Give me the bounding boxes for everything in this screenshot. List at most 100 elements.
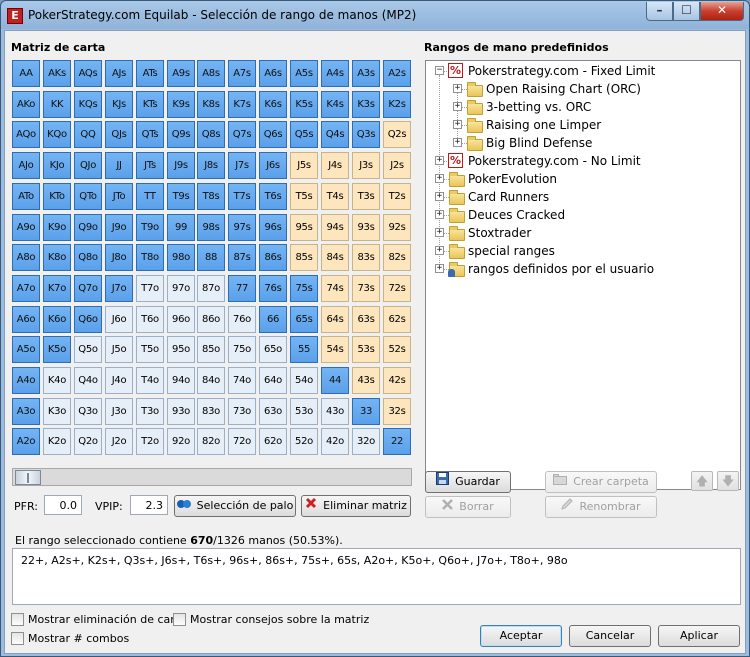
hand-cell[interactable]: 82o	[197, 428, 225, 455]
hand-cell[interactable]: A4o	[12, 367, 40, 394]
hand-cell[interactable]: Q4o	[74, 367, 102, 394]
expand-icon[interactable]: +	[435, 156, 444, 165]
hand-cell[interactable]: Q5s	[290, 121, 318, 148]
hand-cell[interactable]: A8o	[12, 244, 40, 271]
hand-cell[interactable]: K7s	[228, 91, 256, 118]
hand-cell[interactable]: 52s	[383, 336, 411, 363]
vpip-input[interactable]: 2.3	[130, 495, 168, 515]
hand-cell[interactable]: A9o	[12, 214, 40, 241]
hand-cell[interactable]: J8o	[105, 244, 133, 271]
hand-cell[interactable]: KQs	[74, 91, 102, 118]
hand-cell[interactable]: AKo	[12, 91, 40, 118]
hand-cell[interactable]: 93o	[167, 398, 195, 425]
pfr-input[interactable]: 0.0	[44, 495, 82, 515]
hand-cell[interactable]: T2s	[383, 183, 411, 210]
expand-icon[interactable]: +	[453, 102, 462, 111]
hand-cell[interactable]: 32s	[383, 398, 411, 425]
expand-icon[interactable]: +	[435, 210, 444, 219]
close-button[interactable]: ✕	[700, 2, 744, 21]
hand-cell[interactable]: 92s	[383, 214, 411, 241]
hand-cell[interactable]: 76s	[259, 275, 287, 302]
hand-cell[interactable]: 85o	[197, 336, 225, 363]
hand-cell[interactable]: K8s	[197, 91, 225, 118]
hand-cell[interactable]: 32o	[352, 428, 380, 455]
tree-item[interactable]: + Raising one Limper	[426, 116, 736, 134]
hand-cell[interactable]: 73o	[228, 398, 256, 425]
hand-cell[interactable]: A7s	[228, 60, 256, 87]
hand-cell[interactable]: 43s	[352, 367, 380, 394]
hand-cell[interactable]: 97s	[228, 214, 256, 241]
hand-cell[interactable]: A3o	[12, 398, 40, 425]
hand-cell[interactable]: A5o	[12, 336, 40, 363]
hand-cell[interactable]: Q8s	[197, 121, 225, 148]
hand-cell[interactable]: Q2o	[74, 428, 102, 455]
hand-cell[interactable]: Q3s	[352, 121, 380, 148]
hand-cell[interactable]: A3s	[352, 60, 380, 87]
hand-cell[interactable]: J5s	[290, 152, 318, 179]
tree-item[interactable]: −% Pokerstrategy.com - Fixed Limit	[426, 62, 736, 80]
hand-cell[interactable]: T6o	[136, 306, 164, 333]
hand-cell[interactable]: K9s	[167, 91, 195, 118]
hand-cell[interactable]: T4s	[321, 183, 349, 210]
hand-cell[interactable]: KJs	[105, 91, 133, 118]
hand-cell[interactable]: 96o	[167, 306, 195, 333]
hand-cell[interactable]: QJs	[105, 121, 133, 148]
hand-cell[interactable]: 72s	[383, 275, 411, 302]
hand-cell[interactable]: K3s	[352, 91, 380, 118]
tree-item[interactable]: + Open Raising Chart (ORC)	[426, 80, 736, 98]
tree-item[interactable]: + rangos definidos por el usuario	[426, 260, 736, 278]
hand-cell[interactable]: J2o	[105, 428, 133, 455]
hand-cell[interactable]: Q2s	[383, 121, 411, 148]
hand-cell[interactable]: 83o	[197, 398, 225, 425]
hand-cell[interactable]: J7o	[105, 275, 133, 302]
hand-cell[interactable]: A7o	[12, 275, 40, 302]
hand-cell[interactable]: KTs	[136, 91, 164, 118]
hand-cell[interactable]: 99	[167, 214, 195, 241]
range-slider[interactable]	[12, 468, 412, 486]
hand-cell[interactable]: TT	[136, 183, 164, 210]
hand-cell[interactable]: Q6s	[259, 121, 287, 148]
hand-cell[interactable]: 86o	[197, 306, 225, 333]
hand-cell[interactable]: K7o	[43, 275, 71, 302]
hand-cell[interactable]: 63o	[259, 398, 287, 425]
accept-button[interactable]: Aceptar	[480, 625, 562, 647]
hand-cell[interactable]: K2o	[43, 428, 71, 455]
hand-cell[interactable]: 82s	[383, 244, 411, 271]
cancel-button[interactable]: Cancelar	[569, 625, 651, 647]
hand-cell[interactable]: J4s	[321, 152, 349, 179]
hand-cell[interactable]: 42s	[383, 367, 411, 394]
tree-item[interactable]: + Card Runners	[426, 188, 736, 206]
hand-cell[interactable]: 98o	[167, 244, 195, 271]
tree-item[interactable]: + PokerEvolution	[426, 170, 736, 188]
hand-cell[interactable]: 94s	[321, 214, 349, 241]
hand-cell[interactable]: K9o	[43, 214, 71, 241]
hand-cell[interactable]: 86s	[259, 244, 287, 271]
hand-cell[interactable]: J6o	[105, 306, 133, 333]
rename-button[interactable]: Renombrar	[545, 496, 657, 518]
delete-button[interactable]: Borrar	[425, 496, 511, 518]
hand-cell[interactable]: K4o	[43, 367, 71, 394]
hand-cell[interactable]: T6s	[259, 183, 287, 210]
hand-cell[interactable]: 42o	[321, 428, 349, 455]
hand-cell[interactable]: T9s	[167, 183, 195, 210]
hand-cell[interactable]: 88	[197, 244, 225, 271]
hand-cell[interactable]: KQo	[43, 121, 71, 148]
hand-cell[interactable]: T8s	[197, 183, 225, 210]
range-text-field[interactable]: 22+, A2s+, K2s+, Q3s+, J6s+, T6s+, 96s+,…	[12, 548, 741, 605]
move-up-button[interactable]: 🡅	[691, 471, 713, 491]
hand-cell[interactable]: A9s	[167, 60, 195, 87]
hand-cell[interactable]: 94o	[167, 367, 195, 394]
hand-cell[interactable]: K2s	[383, 91, 411, 118]
hand-cell[interactable]: T7s	[228, 183, 256, 210]
hand-cell[interactable]: QQ	[74, 121, 102, 148]
suit-selection-button[interactable]: Selección de palo	[174, 495, 296, 517]
hand-cell[interactable]: T3o	[136, 398, 164, 425]
hand-cell[interactable]: 96s	[259, 214, 287, 241]
hand-cell[interactable]: 62s	[383, 306, 411, 333]
hand-cell[interactable]: AA	[12, 60, 40, 87]
hand-cell[interactable]: A5s	[290, 60, 318, 87]
hand-cell[interactable]: QJo	[74, 152, 102, 179]
hand-cell[interactable]: J4o	[105, 367, 133, 394]
hand-cell[interactable]: Q7o	[74, 275, 102, 302]
hand-cell[interactable]: 74o	[228, 367, 256, 394]
